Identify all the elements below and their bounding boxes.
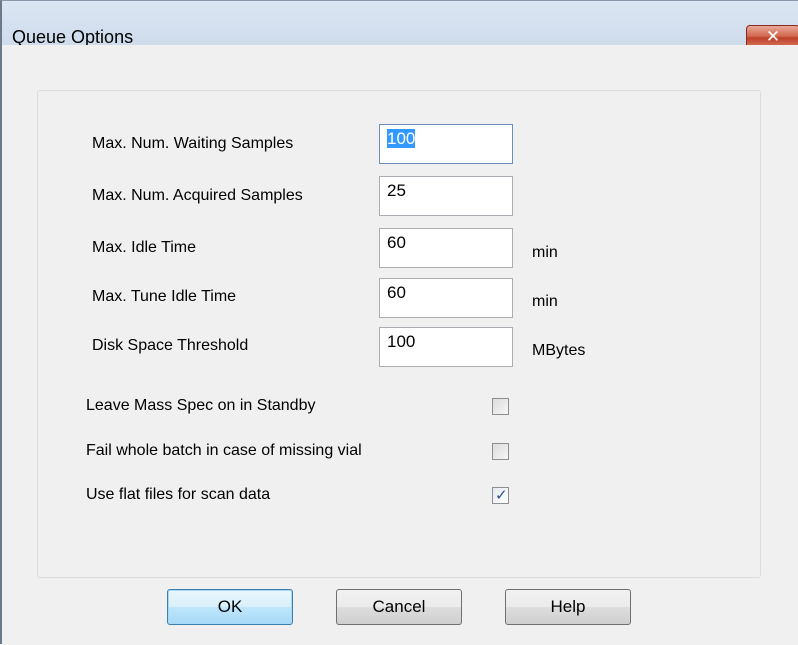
- ok-button[interactable]: OK: [167, 589, 293, 625]
- queue-options-dialog: Queue Options ✕ Max. Num. Waiting Sample…: [0, 0, 798, 645]
- checkbox-label-fail-whole-batch: Fail whole batch in case of missing vial: [86, 442, 362, 459]
- field-label-max-tune-idle-time: Max. Tune Idle Time: [92, 288, 237, 305]
- close-icon: ✕: [765, 27, 781, 46]
- max-idle-time-value: 60: [387, 233, 406, 252]
- field-label-disk-space-threshold: Disk Space Threshold: [92, 337, 249, 354]
- max-tune-idle-time-unit: min: [532, 293, 558, 310]
- max-waiting-samples-input[interactable]: 100: [379, 124, 513, 164]
- options-group: Max. Num. Waiting Samples 100 Max. Num. …: [37, 90, 761, 578]
- checkbox-label-use-flat-files: Use flat files for scan data: [86, 486, 271, 503]
- disk-space-threshold-input[interactable]: 100: [379, 327, 513, 367]
- max-waiting-samples-value: 100: [387, 129, 416, 148]
- max-tune-idle-time-input[interactable]: 60: [379, 278, 513, 318]
- disk-space-threshold-unit: MBytes: [532, 342, 586, 359]
- help-button[interactable]: Help: [505, 589, 631, 625]
- disk-space-threshold-value: 100: [387, 332, 416, 351]
- max-idle-time-input[interactable]: 60: [379, 228, 513, 268]
- max-tune-idle-time-value: 60: [387, 283, 406, 302]
- max-idle-time-unit: min: [532, 244, 558, 261]
- fail-whole-batch-checkbox[interactable]: [492, 443, 509, 460]
- field-label-max-idle-time: Max. Idle Time: [92, 239, 197, 256]
- field-label-max-acquired-samples: Max. Num. Acquired Samples: [92, 187, 303, 204]
- checkbox-label-leave-mass-spec-standby: Leave Mass Spec on in Standby: [86, 397, 316, 414]
- field-label-max-waiting-samples: Max. Num. Waiting Samples: [92, 135, 294, 152]
- leave-mass-spec-standby-checkbox[interactable]: [492, 398, 509, 415]
- checkmark-icon: ✓: [495, 487, 508, 504]
- dialog-body: Max. Num. Waiting Samples 100 Max. Num. …: [2, 45, 798, 645]
- use-flat-files-checkbox[interactable]: ✓: [492, 487, 509, 504]
- max-acquired-samples-value: 25: [387, 181, 406, 200]
- cancel-button[interactable]: Cancel: [336, 589, 462, 625]
- max-acquired-samples-input[interactable]: 25: [379, 176, 513, 216]
